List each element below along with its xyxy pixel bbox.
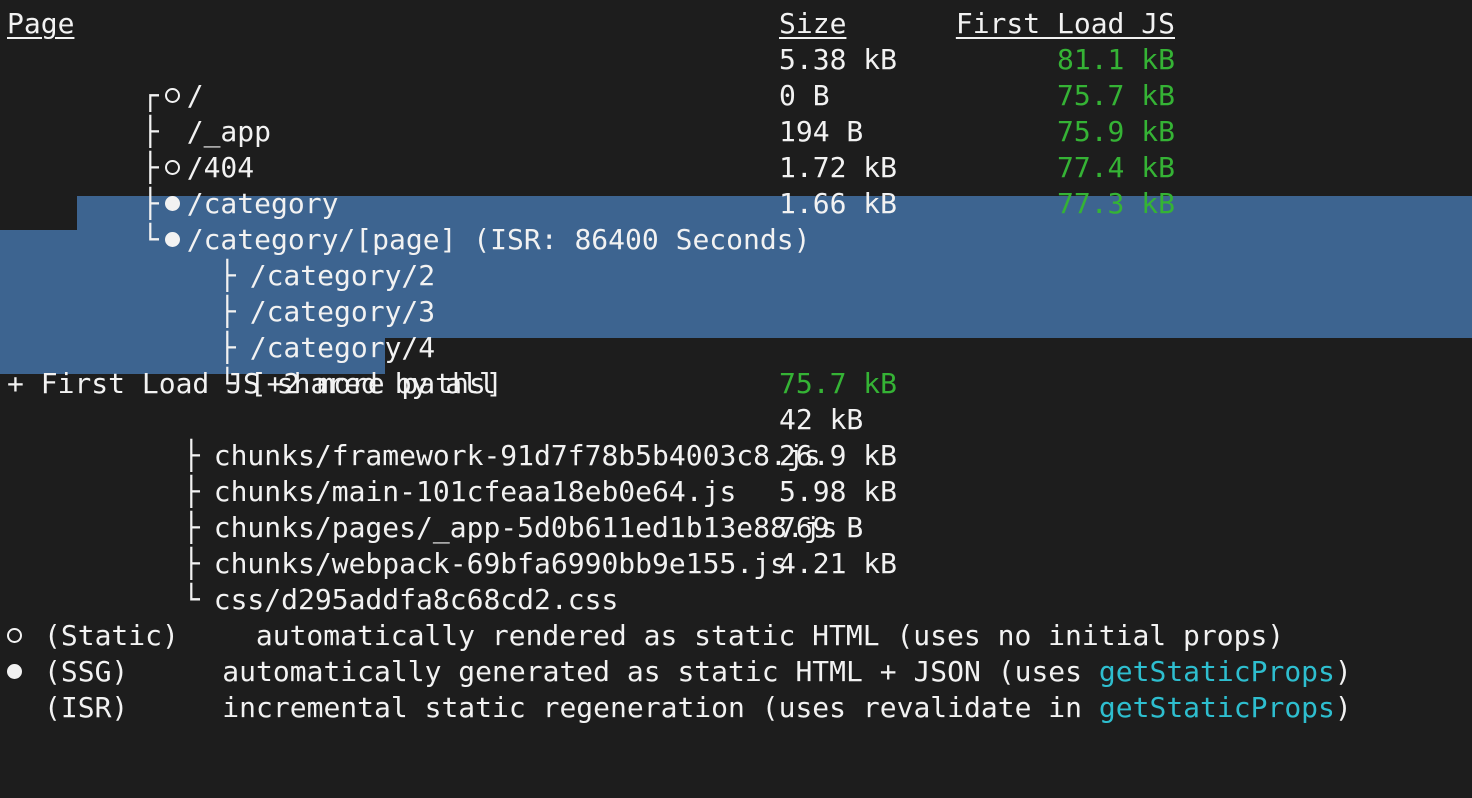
page-first-load-js: 77.4 kB (1056, 151, 1175, 184)
legend-row-static: (Static) automatically rendered as static… (0, 618, 1472, 654)
page-size: 0 B (779, 79, 830, 112)
chunk-size: 42 kB (779, 403, 864, 436)
page-first-load-js: 75.7 kB (1056, 79, 1175, 112)
column-header-first-load-js: First Load JS (955, 7, 1175, 40)
table-row[interactable]: ┌/ 5.38 kB 81.1 kB (0, 42, 1472, 112)
tree-glyph: └ (182, 583, 200, 616)
shared-chunk-row[interactable]: ├ chunks/pages/_app-5d0b611ed1b13e88.js 5… (0, 474, 1472, 544)
legend-text-end: ) (1334, 691, 1352, 724)
legend-label: (SSG) (44, 655, 129, 688)
legend-text-end: ) (1334, 655, 1352, 688)
terminal-output: Page Size First Load JS ┌/ 5.38 kB 81.1 … (0, 0, 1472, 756)
ssg-marker-icon (7, 654, 25, 690)
shared-js-size: 75.7 kB (779, 367, 898, 400)
chunk-size: 769 B (779, 511, 864, 544)
chunk-size: 4.21 kB (779, 547, 898, 580)
chunk-size: 5.98 kB (779, 475, 898, 508)
legend-label: (Static) (44, 619, 179, 652)
legend-row-ssg: (SSG) automatically generated as static H… (0, 654, 1472, 690)
shared-chunk-row[interactable]: └ css/d295addfa8c68cd2.css 4.21 kB (0, 546, 1472, 616)
sub-path-row[interactable]: ├/category/4 (0, 294, 1472, 364)
column-header-size: Size (779, 7, 847, 40)
legend-row-isr: (ISR) incremental static regeneration (us… (0, 690, 1472, 726)
table-row-selected[interactable]: └/category/[page] (ISR: 86400 Seconds) 1… (0, 186, 1472, 256)
table-row[interactable]: ├/404 194 B 75.9 kB (0, 114, 1472, 184)
page-size: 5.38 kB (779, 43, 898, 76)
sub-path-row[interactable]: ├/category/2 (0, 222, 1472, 292)
legend-code-ref: getStaticProps (1098, 655, 1335, 688)
legend-text: incremental static regeneration (uses re… (222, 691, 1099, 724)
legend-text: automatically rendered as static HTML (u… (255, 619, 1285, 652)
shared-js-title: + First Load JS shared by all (7, 367, 496, 400)
table-row[interactable]: ├/_app 0 B 75.7 kB (0, 78, 1472, 148)
shared-chunk-row[interactable]: ├ chunks/main-101cfeaa18eb0e64.js 26.9 kB (0, 438, 1472, 508)
sub-path-row[interactable]: ├/category/3 (0, 258, 1472, 328)
table-row[interactable]: ├/category 1.72 kB 77.4 kB (0, 150, 1472, 220)
shared-chunk-row[interactable]: ├ chunks/framework-91d7f78b5b4003c8.js 42… (0, 402, 1472, 472)
page-first-load-js: 77.3 kB (1056, 187, 1175, 220)
chunk-size: 26.9 kB (779, 439, 898, 472)
page-first-load-js: 75.9 kB (1056, 115, 1175, 148)
static-marker-icon (7, 618, 25, 654)
page-size: 1.66 kB (779, 187, 898, 220)
legend-code-ref: getStaticProps (1098, 691, 1335, 724)
table-header-row: Page Size First Load JS (0, 6, 1472, 42)
page-first-load-js: 81.1 kB (1056, 43, 1175, 76)
legend-label: (ISR) (44, 691, 129, 724)
chunk-name: css/d295addfa8c68cd2.css (213, 583, 619, 616)
column-header-page: Page (7, 7, 75, 40)
shared-chunk-row[interactable]: ├ chunks/webpack-69bfa6990bb9e155.js 769 … (0, 510, 1472, 580)
page-size: 194 B (779, 115, 864, 148)
sub-path-row[interactable]: └ [+2 more paths] (0, 330, 1472, 400)
page-size: 1.72 kB (779, 151, 898, 184)
shared-js-header-row: + First Load JS shared by all 75.7 kB (0, 366, 1472, 402)
legend-text: automatically generated as static HTML +… (222, 655, 1099, 688)
